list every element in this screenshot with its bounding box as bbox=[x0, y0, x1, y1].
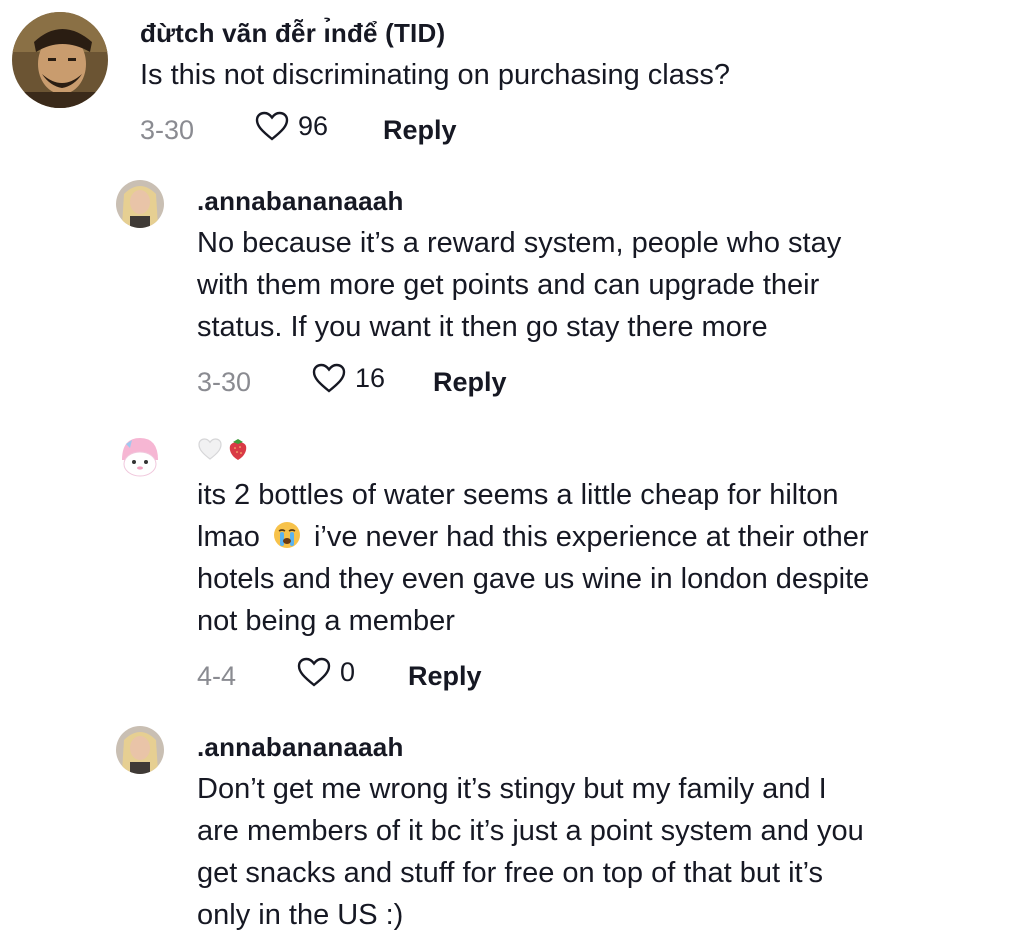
like-count: 16 bbox=[355, 362, 386, 393]
comment-text-line: only in the US :) bbox=[197, 899, 404, 931]
username-emoji-row[interactable] bbox=[197, 436, 251, 462]
white-heart-icon bbox=[198, 438, 222, 460]
comment-text-line: with them more get points and can upgrad… bbox=[197, 269, 820, 301]
like-count: 96 bbox=[298, 110, 329, 141]
comment-text-fragment: i’ve never had this experience at their … bbox=[313, 521, 869, 553]
comment-text-line: No because it’s a reward system, people … bbox=[197, 227, 842, 259]
comment-text-line: get snacks and stuff for free on top of … bbox=[197, 857, 824, 889]
strawberry-icon bbox=[229, 439, 247, 460]
reply-button[interactable]: Reply bbox=[408, 661, 482, 692]
avatar[interactable] bbox=[12, 12, 108, 108]
comment-text-line: are members of it bc it’s just a point s… bbox=[197, 815, 864, 847]
comment-username[interactable]: .annabananaaah bbox=[197, 732, 404, 763]
avatar[interactable] bbox=[116, 180, 164, 228]
comment-text-line: Is this not discriminating on purchasing… bbox=[140, 59, 730, 91]
comment-date: 3-30 bbox=[140, 115, 195, 145]
comment-text-line: Don’t get me wrong it’s stingy but my fa… bbox=[197, 773, 827, 805]
heart-outline-icon bbox=[255, 111, 289, 141]
like-button[interactable]: 16 bbox=[311, 362, 385, 394]
comment-username[interactable]: .annabananaaah bbox=[197, 186, 404, 217]
comment-text-line: its 2 bottles of water seems a little ch… bbox=[197, 479, 839, 511]
heart-outline-icon bbox=[297, 657, 331, 687]
like-button[interactable]: 96 bbox=[254, 110, 328, 142]
loudly-crying-face-icon bbox=[273, 522, 300, 548]
avatar[interactable] bbox=[116, 726, 164, 774]
heart-outline-icon bbox=[312, 363, 346, 393]
reply-button[interactable]: Reply bbox=[383, 115, 457, 146]
reply-button[interactable]: Reply bbox=[433, 367, 507, 398]
like-count: 0 bbox=[340, 656, 356, 687]
comment-text-line: not being a member bbox=[197, 605, 455, 637]
comment-username[interactable]: đừtch vã̃n đễr ı̉nđể (TID) bbox=[140, 18, 445, 49]
comment-date: 3-30 bbox=[197, 367, 252, 397]
comment-text-line: status. If you want it then go stay ther… bbox=[197, 311, 768, 343]
comment-text-line-with-emoji: lmao i’ve never had this experience at t… bbox=[197, 516, 869, 558]
like-button[interactable]: 0 bbox=[296, 656, 355, 688]
avatar[interactable] bbox=[116, 430, 164, 478]
comment-date: 4-4 bbox=[197, 661, 237, 691]
comment-text-fragment: lmao bbox=[197, 521, 260, 553]
comment-text-line: hotels and they even gave us wine in lon… bbox=[197, 563, 870, 595]
